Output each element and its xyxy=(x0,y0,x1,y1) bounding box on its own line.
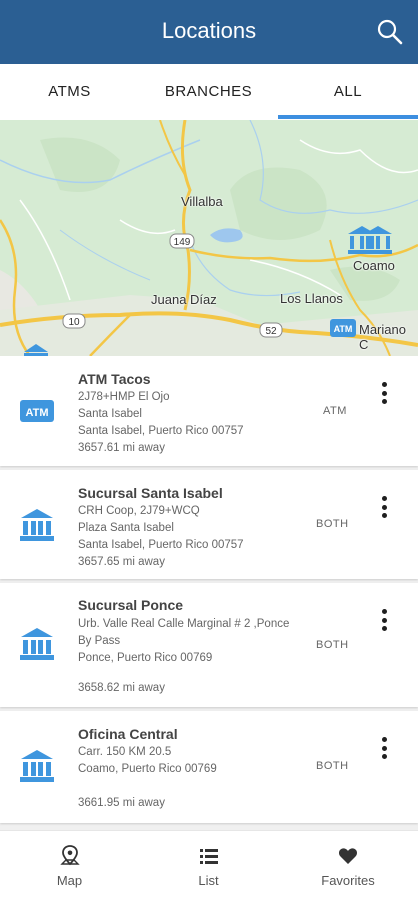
location-address: Santa Isabel xyxy=(78,408,142,420)
location-list: ATM ATM Tacos 2J78+HMP El Ojo Santa Isab… xyxy=(0,356,418,830)
app-bar: Locations xyxy=(0,0,418,64)
tab-branches[interactable]: BRANCHES xyxy=(139,64,278,120)
nav-item-favorites[interactable]: Favorites xyxy=(278,831,418,901)
svg-text:10: 10 xyxy=(68,317,80,328)
location-address: By Pass xyxy=(78,635,121,647)
map-label-los-llanos: Los Llanos xyxy=(280,291,343,306)
location-card[interactable]: Oficina Central Carr. 150 KM 20.5 Coamo,… xyxy=(0,711,418,823)
tab-indicator xyxy=(278,115,418,119)
location-city: Ponce, Puerto Rico 00769 xyxy=(78,652,213,664)
nav-item-map[interactable]: Map xyxy=(0,831,139,901)
location-type: BOTH xyxy=(316,518,349,530)
svg-text:ATM: ATM xyxy=(334,324,353,334)
location-type: BOTH xyxy=(316,639,349,651)
bank-icon xyxy=(20,627,54,661)
map-view[interactable]: 149 10 52 ATM Villalba Coamo Juana Díaz … xyxy=(0,120,418,356)
location-type: BOTH xyxy=(316,760,349,772)
tab-atms[interactable]: ATMS xyxy=(0,64,139,120)
more-options-icon[interactable] xyxy=(376,382,392,408)
location-address: CRH Coop, 2J79+WCQ xyxy=(78,505,200,517)
location-address: Carr. 150 KM 20.5 xyxy=(78,746,172,758)
tab-all[interactable]: ALL xyxy=(278,64,418,120)
nav-item-list[interactable]: List xyxy=(139,831,278,901)
bottom-nav: Map List Favorites xyxy=(0,830,418,901)
location-name: ATM Tacos xyxy=(78,371,151,387)
map-label-mariano: Mariano C xyxy=(359,322,406,352)
location-distance: 3657.65 mi away xyxy=(78,556,165,568)
location-distance: 3661.95 mi away xyxy=(78,797,165,809)
location-name: Oficina Central xyxy=(78,726,178,742)
nav-label-favorites: Favorites xyxy=(321,873,375,888)
location-card[interactable]: Sucursal Santa Isabel CRH Coop, 2J79+WCQ… xyxy=(0,470,418,579)
list-icon xyxy=(198,845,220,867)
location-card[interactable]: Sucursal Ponce Urb. Valle Real Calle Mar… xyxy=(0,583,418,707)
location-address: Plaza Santa Isabel xyxy=(78,522,174,534)
nav-label-list: List xyxy=(198,873,219,888)
location-name: Sucursal Santa Isabel xyxy=(78,485,223,501)
atm-icon: ATM xyxy=(20,394,54,428)
more-options-icon[interactable] xyxy=(376,609,392,635)
location-card[interactable]: ATM ATM Tacos 2J78+HMP El Ojo Santa Isab… xyxy=(0,356,418,466)
map-label-villalba: Villalba xyxy=(181,194,223,209)
more-options-icon[interactable] xyxy=(376,737,392,763)
search-icon[interactable] xyxy=(376,18,404,46)
page-title: Locations xyxy=(161,18,257,43)
svg-text:52: 52 xyxy=(265,326,277,337)
more-options-icon[interactable] xyxy=(376,496,392,522)
bank-icon xyxy=(20,508,54,542)
heart-icon xyxy=(337,845,359,867)
map-pin-icon xyxy=(59,845,81,867)
location-city: Coamo, Puerto Rico 00769 xyxy=(78,763,217,775)
svg-text:149: 149 xyxy=(174,237,191,248)
location-city: Santa Isabel, Puerto Rico 00757 xyxy=(78,425,244,437)
location-distance: 3657.61 mi away xyxy=(78,442,165,454)
location-city: Santa Isabel, Puerto Rico 00757 xyxy=(78,539,244,551)
svg-text:ATM: ATM xyxy=(25,407,48,419)
location-address: 2J78+HMP El Ojo xyxy=(78,391,170,403)
tab-bar: ATMS BRANCHES ALL xyxy=(0,64,418,121)
map-label-coamo: Coamo xyxy=(353,258,395,273)
location-type: ATM xyxy=(323,405,347,417)
bank-icon xyxy=(20,749,54,783)
location-distance: 3658.62 mi away xyxy=(78,682,165,694)
nav-label-map: Map xyxy=(56,873,83,888)
map-label-juana-diaz: Juana Díaz xyxy=(151,292,217,307)
location-name: Sucursal Ponce xyxy=(78,597,184,613)
location-address: Urb. Valle Real Calle Marginal # 2 ,Ponc… xyxy=(78,618,290,630)
